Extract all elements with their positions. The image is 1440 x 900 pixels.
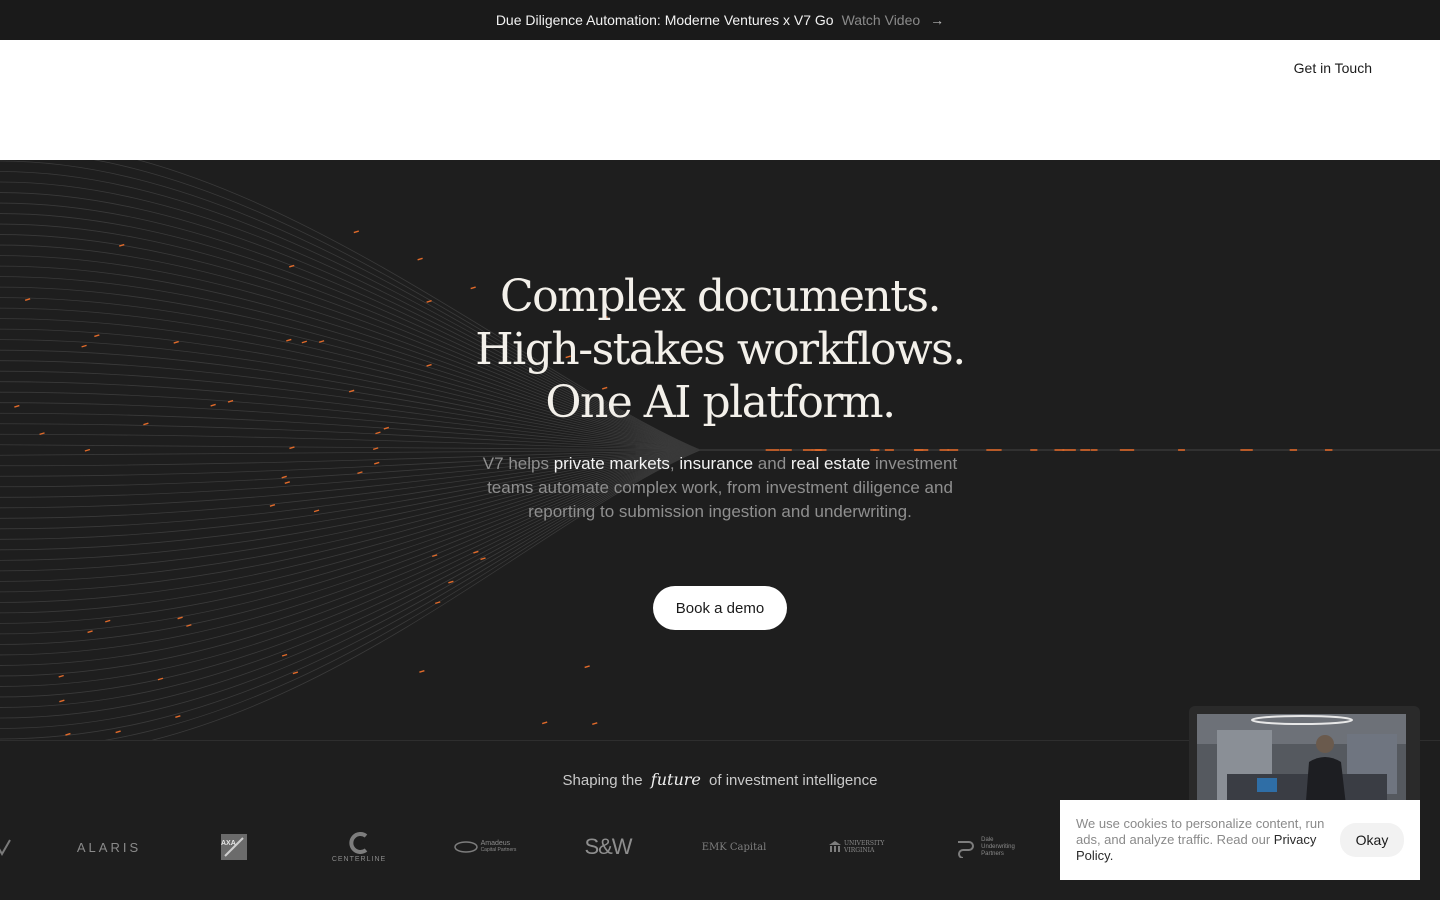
watch-video-label: Watch Video (841, 12, 921, 28)
flow-spark (313, 509, 320, 513)
hero-headline: Complex documents. High-stakes workflows… (0, 270, 1440, 429)
book-demo-button[interactable]: Book a demo (653, 586, 787, 630)
flow-spark (592, 722, 598, 726)
flow-spark (284, 481, 290, 484)
flow-spark (417, 257, 423, 261)
sub-highlight-insurance: insurance (679, 454, 754, 473)
hero-section: Complex documents. High-stakes workflows… (0, 160, 1440, 740)
flow-spark (448, 580, 454, 584)
sub-text: V7 helps (482, 454, 554, 473)
sub-highlight-real-estate: real estate (790, 454, 871, 473)
flow-spark (289, 264, 295, 268)
flow-lines-graphic (0, 160, 1440, 740)
dale-logo-icon (958, 841, 975, 858)
video-scene-image (1197, 714, 1406, 814)
flow-spark (84, 448, 91, 452)
sub-text: and (753, 454, 791, 473)
flow-spark (435, 601, 441, 605)
video-thumbnail[interactable] (1197, 714, 1406, 814)
flow-spark (584, 665, 590, 669)
cookie-okay-button[interactable]: Okay (1340, 823, 1404, 857)
trust-suffix: of investment intelligence (709, 772, 878, 789)
flow-spark (175, 715, 181, 719)
hero-subtitle: V7 helps private markets, insurance and … (470, 452, 970, 524)
sub-text: , (669, 454, 680, 473)
logo-sw: S&W (584, 834, 632, 859)
uva-logo-icon (829, 841, 841, 852)
headline-line-2: High-stakes workflows. (475, 324, 966, 375)
logo-centerline: CENTERLINE (330, 822, 388, 872)
logo-partial (0, 822, 20, 872)
logo-uva: UNIVERSITY VIRGINIA (826, 822, 890, 872)
flow-spark (157, 677, 164, 681)
flow-spark (375, 431, 381, 435)
top-navigation: Get in Touch (0, 40, 1440, 160)
cookie-banner: We use cookies to personalize content, r… (1060, 800, 1420, 880)
logo-amadeus: Amadeus Capital Partners (452, 822, 518, 872)
axa-logo-icon (221, 834, 247, 860)
amadeus-logo-icon (453, 841, 478, 853)
watch-video-link[interactable]: Watch Video → (842, 12, 945, 28)
get-in-touch-link[interactable]: Get in Touch (1294, 60, 1372, 76)
flow-spark (419, 670, 425, 673)
flow-spark (87, 630, 93, 634)
trust-prefix: Shaping the (562, 772, 643, 789)
logo-emk-capital: EMK Capital (701, 841, 767, 853)
announcement-message: Due Diligence Automation: Moderne Ventur… (495, 12, 834, 28)
flow-spark (58, 674, 64, 678)
flow-spark (59, 699, 65, 703)
flow-spark (292, 671, 299, 675)
arrow-right-icon: → (930, 12, 945, 28)
logo-alaris: ALARIS (76, 839, 142, 855)
logo-axa: AXA (218, 822, 250, 872)
flow-spark (372, 447, 379, 451)
logo-dale-underwriting: Dale Underwriting Partners (952, 822, 1018, 872)
headline-line-3: One AI platform. (545, 377, 896, 428)
flow-spark (281, 653, 288, 657)
centerline-logo-icon (349, 831, 368, 854)
flow-spark (115, 730, 121, 734)
flow-spark (269, 503, 276, 507)
flow-spark (353, 230, 360, 234)
flow-spark (357, 471, 363, 475)
flow-spark (541, 721, 548, 725)
sub-highlight-private-markets: private markets (553, 454, 670, 473)
flow-spark (473, 550, 479, 554)
flow-spark (281, 475, 287, 479)
cookie-text: We use cookies to personalize content, r… (1076, 816, 1326, 864)
announcement-bar: Due Diligence Automation: Moderne Ventur… (0, 0, 1440, 40)
flow-spark (105, 619, 111, 623)
flow-spark (374, 461, 380, 465)
trust-emphasis: future (650, 770, 701, 789)
headline-line-1: Complex documents. (500, 271, 941, 322)
